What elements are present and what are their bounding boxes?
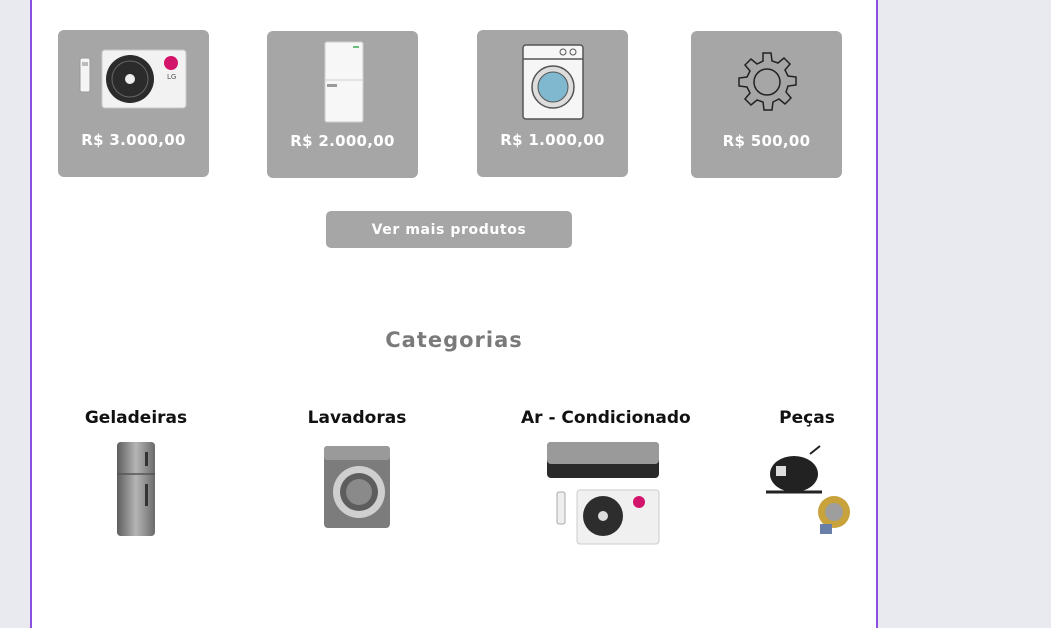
air-conditioner-icon: LG [58,38,209,124]
category-label: Peças [779,408,835,428]
product-card[interactable]: LG R$ 3.000,00 [58,30,209,177]
product-price: R$ 3.000,00 [81,131,186,149]
product-price: R$ 1.000,00 [500,131,605,149]
gear-icon [691,39,842,125]
category-label: Geladeiras [84,408,188,428]
product-card[interactable]: R$ 1.000,00 [477,30,628,177]
category-lavadoras[interactable]: Lavadoras [297,408,417,530]
category-pecas[interactable]: Peças [747,408,867,540]
category-label: Ar - Condicionado [521,408,691,428]
product-price: R$ 500,00 [722,132,811,150]
product-card[interactable]: R$ 500,00 [691,31,842,178]
category-ar-condicionado[interactable]: Ar - Condicionado [521,408,691,548]
section-title: Categorias [385,328,523,352]
refrigerator-icon [267,39,418,125]
more-products-button[interactable]: Ver mais produtos [326,211,572,248]
category-label: Lavadoras [307,408,407,428]
compressor-icon [747,440,867,540]
refrigerator-icon [76,440,196,540]
washing-machine-icon [297,440,417,530]
content-panel: LG R$ 3.000,00 R$ 2.000,00 R$ 1.000,00 R… [30,0,878,628]
product-card[interactable]: R$ 2.000,00 [267,31,418,178]
svg-text:LG: LG [167,73,176,81]
product-price: R$ 2.000,00 [290,132,395,150]
category-geladeiras[interactable]: Geladeiras [76,408,196,540]
air-conditioner-icon [521,440,681,548]
washing-machine-icon [477,38,628,124]
